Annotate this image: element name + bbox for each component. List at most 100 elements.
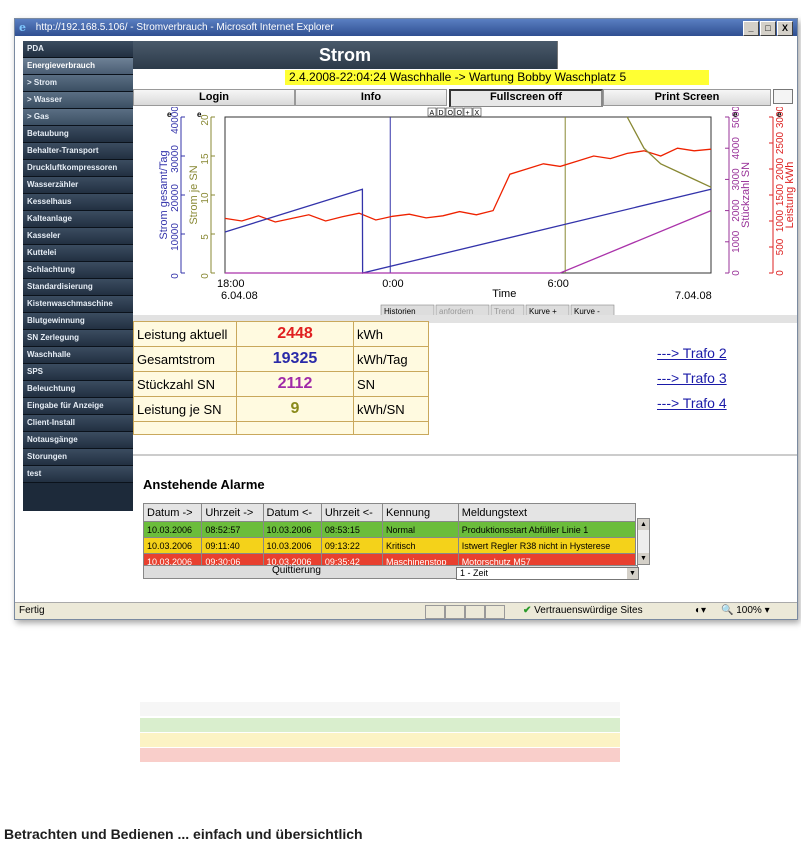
kpi-empty-cell [353,421,429,435]
sidebar-item[interactable]: Kistenwaschmaschine [23,296,133,313]
sidebar-item[interactable]: test [23,466,133,483]
y-tick-label: 40000 [170,107,181,134]
sidebar-item[interactable]: Kalteanlage [23,211,133,228]
sidebar-item[interactable]: Schlachtung [23,262,133,279]
y-tick-label: 20 [200,114,211,126]
minimize-button[interactable]: _ [743,21,759,36]
x-tick-label: 0:00 [382,278,403,290]
sort-select[interactable]: 1 - Zeit ▼ [456,567,639,580]
y-axis-title: Stückzahl SN [740,162,752,228]
sidebar-item[interactable]: Notausgänge [23,432,133,449]
alarm-column-header[interactable]: Datum -> [142,503,203,522]
scroll-down-icon[interactable]: ▼ [638,553,649,564]
kpi-empty-cell [236,421,354,435]
info-button[interactable]: Info [295,89,447,106]
scroll-up-icon[interactable]: ▲ [638,519,649,530]
ie-logo-icon: e [19,21,26,34]
alarm-column-header[interactable]: Uhrzeit <- [320,503,384,522]
sidebar-item[interactable]: SN Zerlegung [23,330,133,347]
browser-window: e http://192.168.5.106/ - Stromverbrauch… [14,18,798,620]
print-screen-button[interactable]: Print Screen [603,89,771,106]
alarm-cell: 09:13:22 [320,537,384,554]
trafo-3-link[interactable]: ---> Trafo 3 [657,370,727,386]
sidebar-item[interactable]: Standardisierung [23,279,133,296]
toolbar: Login Info Fullscreen off Print Screen [133,89,797,108]
chevron-down-icon[interactable]: ▼ [627,568,638,579]
chart-mini-button-label: A [430,110,435,117]
window-reflection [110,622,770,802]
sidebar-item[interactable]: > Gas [23,109,133,126]
chart-nav-button-label: Trend [494,307,515,315]
zone-icon[interactable]: ◐▾ [695,605,706,616]
kpi-empty-cell [133,421,237,435]
chart-nav-button-label: anfordern [439,307,473,315]
kpi-label: Gesamtstrom [133,346,237,372]
sidebar-item[interactable]: Blutgewinnung [23,313,133,330]
status-text: Fertig [19,605,45,616]
kpi-row: Leistung aktuell 2448 kWh [133,321,429,347]
sidebar-nav: PDA Energieverbrauch > Strom > Wasser > Gas B… [23,41,133,511]
status-segment [485,605,505,619]
sidebar-item[interactable]: Kesselhaus [23,194,133,211]
alarm-cell: Normal [382,521,459,538]
sidebar-item[interactable]: Eingabe für Anzeige [23,398,133,415]
sidebar-item[interactable]: Behalter-Transport [23,143,133,160]
y-tick-label: 0 [775,270,786,276]
acknowledge-button[interactable]: Quittierung [272,565,321,576]
sidebar-item[interactable]: Kuttelei [23,245,133,262]
y-tick-label: 4000 [731,137,742,160]
page-title: Strom [133,41,557,69]
toolbar-extra-box[interactable] [773,89,793,104]
sidebar-item[interactable]: > Wasser [23,92,133,109]
status-segment [465,605,485,619]
chart-mini-button-label: X [475,110,480,117]
alarm-cell: 10.03.2006 [262,537,322,554]
close-button[interactable]: X [777,21,793,36]
fullscreen-toggle-button[interactable]: Fullscreen off [449,89,603,108]
kpi-value: 2448 [236,321,354,347]
sidebar-item[interactable]: Client-Install [23,415,133,432]
sidebar-item[interactable]: > Strom [23,75,133,92]
maximize-button[interactable]: □ [760,21,776,36]
sidebar-item[interactable]: Beleuchtung [23,381,133,398]
reflection-row [140,702,620,716]
login-button[interactable]: Login [133,89,295,106]
axis-edit-icon: e [777,110,782,119]
sidebar-item[interactable]: Waschhalle [23,347,133,364]
trafo-4-link[interactable]: ---> Trafo 4 [657,395,727,411]
footer-caption: Betrachten und Bedienen ... einfach und … [4,826,363,842]
kpi-row: Gesamtstrom 19325 kWh/Tag [133,346,429,372]
alarm-cell: Istwert Regler R38 nicht in Hysterese [457,537,637,554]
sidebar-item[interactable]: Storungen [23,449,133,466]
acknowledge-bar: Quittierung 1 - Zeit ▼ [143,565,639,580]
alarm-scrollbar[interactable]: ▲ ▼ [637,518,650,565]
alarm-column-header[interactable]: Meldungstext [457,503,637,522]
alarm-column-header[interactable]: Uhrzeit -> [201,503,264,522]
alarm-cell: Kritisch [382,537,459,554]
alarm-row[interactable]: 10.03.2006 08:52:57 10.03.2006 08:53:15 Norm… [142,521,637,538]
sidebar-item[interactable]: Betaubung [23,126,133,143]
sort-select-value: 1 - Zeit [460,568,489,578]
alarm-cell: 08:53:15 [320,521,384,538]
sidebar-item[interactable]: SPS [23,364,133,381]
sidebar-item[interactable]: Wasserzähler [23,177,133,194]
y-axis-title: Strom je SN [188,165,200,224]
zoom-control[interactable]: 🔍 100% ▾ [721,605,770,616]
trusted-sites-zone: ✔ Vertrauenswürdige Sites [523,605,643,616]
x-tick-label: 6:00 [547,278,568,290]
trafo-2-link[interactable]: ---> Trafo 2 [657,345,727,361]
sidebar-item[interactable]: Energieverbrauch [23,58,133,75]
alarm-row[interactable]: 10.03.2006 09:11:40 10.03.2006 09:13:22 Krit… [142,537,637,554]
sidebar-item[interactable]: Kasseler [23,228,133,245]
alarm-column-header[interactable]: Datum <- [262,503,322,522]
energy-chart[interactable]: 0 10000 20000 30000 40000 Strom gesamt/Tag e 0 5… [133,105,797,317]
plot-area [224,116,712,274]
alarm-cell: 09:11:40 [201,537,264,554]
alarm-column-header[interactable]: Kennung [382,503,459,522]
alarm-cell: 10.03.2006 [142,521,203,538]
alarm-cell: 10.03.2006 [262,521,322,538]
sidebar-item[interactable]: Druckluftkompressoren [23,160,133,177]
x-date-label: 7.04.08 [675,290,712,302]
sidebar-item[interactable]: PDA [23,41,133,58]
reflection-row [140,733,620,747]
